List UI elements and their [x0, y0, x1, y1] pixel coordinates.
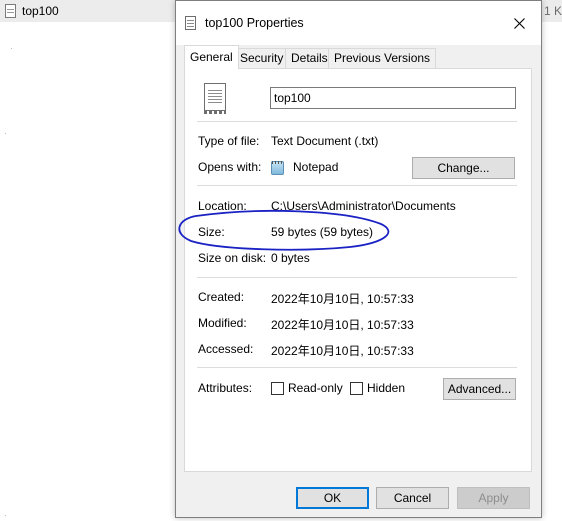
close-icon [513, 17, 525, 29]
explorer-file-size: 1 K [544, 4, 562, 18]
opens-with-value: Notepad [293, 160, 339, 174]
ok-button[interactable]: OK [296, 487, 369, 509]
dialog-title: top100 Properties [205, 16, 304, 30]
properties-dialog: top100 Properties General Security Detai… [175, 0, 542, 518]
size-value: 59 bytes (59 bytes) [271, 225, 374, 239]
accessed-label: Accessed: [198, 342, 254, 356]
tab-security[interactable]: Security [234, 48, 290, 68]
created-label: Created: [198, 290, 245, 304]
type-of-file-label: Type of file: [198, 134, 260, 148]
title-bar[interactable]: top100 Properties [176, 1, 541, 45]
divider [197, 185, 517, 186]
type-of-file-value: Text Document (.txt) [271, 134, 379, 148]
background-dot [5, 515, 6, 516]
close-button[interactable] [497, 1, 541, 45]
location-label: Location: [198, 199, 247, 213]
attributes-label: Attributes: [198, 381, 253, 395]
advanced-button[interactable]: Advanced... [443, 378, 516, 400]
tab-previous-versions[interactable]: Previous Versions [328, 48, 437, 68]
location-value: C:\Users\Administrator\Documents [271, 199, 456, 213]
general-tab-panel: Type of file: Text Document (.txt) Opens… [184, 68, 532, 472]
background-dot [11, 48, 12, 49]
divider [197, 277, 517, 278]
opens-with-label: Opens with: [198, 160, 262, 174]
hidden-label: Hidden [367, 381, 406, 395]
change-button[interactable]: Change... [412, 157, 515, 179]
created-value: 2022年10月10日, 10:57:33 [271, 292, 414, 306]
background-dot [5, 133, 6, 134]
tab-general[interactable]: General [184, 45, 239, 69]
text-file-icon [204, 83, 226, 114]
divider [197, 121, 517, 122]
notepad-icon [271, 161, 284, 175]
modified-label: Modified: [198, 316, 247, 330]
file-name-input[interactable] [270, 87, 516, 109]
explorer-file-name: top100 [22, 4, 59, 18]
read-only-checkbox[interactable] [271, 382, 284, 395]
apply-button[interactable]: Apply [457, 487, 530, 509]
cancel-button[interactable]: Cancel [376, 487, 449, 509]
size-on-disk-value: 0 bytes [271, 251, 310, 265]
accessed-value: 2022年10月10日, 10:57:33 [271, 344, 414, 358]
text-file-icon [5, 4, 16, 18]
tab-details[interactable]: Details [285, 48, 334, 68]
hidden-checkbox[interactable] [350, 382, 363, 395]
size-on-disk-label: Size on disk: [198, 251, 267, 265]
text-file-icon [185, 16, 196, 30]
modified-value: 2022年10月10日, 10:57:33 [271, 318, 414, 332]
read-only-label: Read-only [288, 381, 343, 395]
size-label: Size: [198, 225, 225, 239]
divider [197, 367, 517, 368]
